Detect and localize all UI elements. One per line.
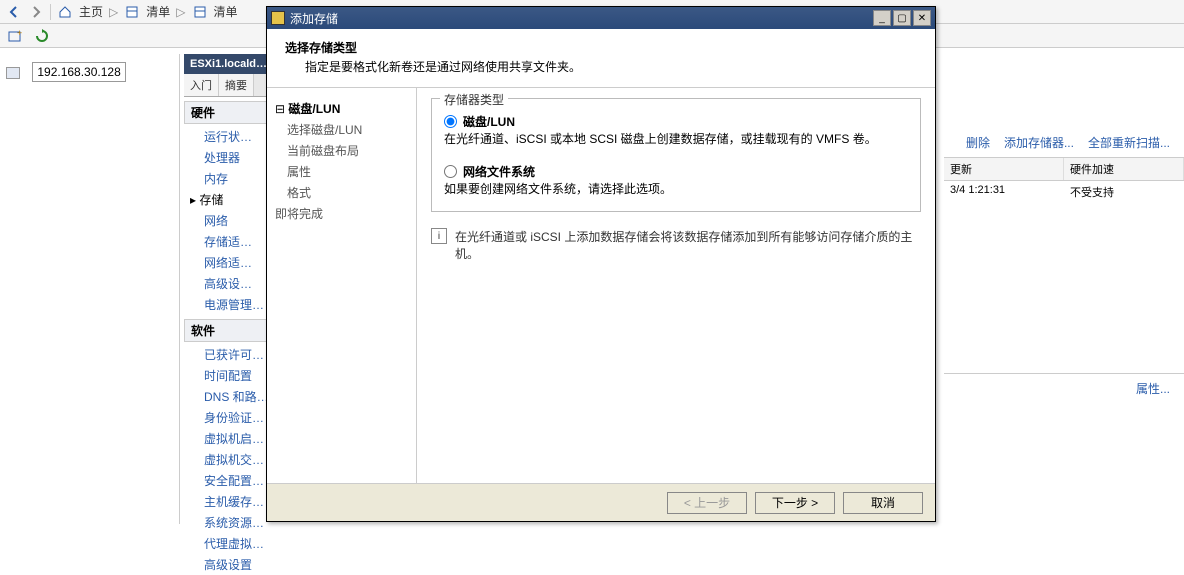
hw-item-power-mgmt[interactable]: 电源管理… [184, 294, 269, 315]
datastore-actions: 删除 添加存储器... 全部重新扫描... [944, 124, 1184, 157]
host-icon [6, 67, 20, 79]
option-nfs-row[interactable]: 网络文件系统 [444, 163, 908, 180]
dialog-app-icon [271, 11, 285, 25]
tab-getting-started[interactable]: 入门 [184, 74, 219, 96]
host-name-header: ESXi1.locald… [184, 54, 269, 74]
cell-hw-accel: 不受支持 [1064, 181, 1184, 203]
properties-link[interactable]: 属性... [944, 373, 1184, 403]
sw-item-dns[interactable]: DNS 和路… [184, 386, 269, 407]
col-hw-accel[interactable]: 硬件加速 [1064, 158, 1184, 180]
hw-item-advanced[interactable]: 高级设… [184, 273, 269, 294]
add-storage-dialog: 添加存储 _ ▢ ✕ 选择存储类型 指定是要格式化新卷还是通过网络使用共享文件夹… [266, 6, 936, 522]
hw-item-memory[interactable]: 内存 [184, 168, 269, 189]
radio-nfs-label: 网络文件系统 [463, 163, 535, 180]
dialog-title-text: 添加存储 [290, 10, 338, 27]
wizard-step-format[interactable]: 格式 [273, 182, 410, 203]
info-icon: i [431, 228, 447, 244]
maximize-button[interactable]: ▢ [893, 10, 911, 26]
option-disk-lun-row[interactable]: 磁盘/LUN [444, 113, 908, 130]
sw-item-licensed[interactable]: 已获许可… [184, 344, 269, 365]
sw-item-adv[interactable]: 高级设置 [184, 554, 269, 575]
wizard-nav: 磁盘/LUN 选择磁盘/LUN 当前磁盘布局 属性 格式 即将完成 [267, 88, 417, 483]
info-hint-text: 在光纤通道或 iSCSI 上添加数据存储会将该数据存储添加到所有能够访问存储介质… [455, 228, 921, 262]
breadcrumb-home[interactable]: 主页 [79, 3, 103, 20]
nav-back-button[interactable] [4, 3, 24, 21]
dialog-titlebar[interactable]: 添加存储 _ ▢ ✕ [267, 7, 935, 29]
chevron-right-icon: ▷ [109, 5, 118, 19]
dialog-subheading: 指定是要格式化新卷还是通过网络使用共享文件夹。 [305, 58, 917, 75]
chevron-right-icon: ▷ [176, 5, 185, 19]
hw-item-storage-adapters[interactable]: 存储适… [184, 231, 269, 252]
tree-host-item[interactable]: 192.168.30.128 [0, 54, 179, 90]
delete-link[interactable]: 删除 [966, 134, 990, 151]
sw-item-host-cache[interactable]: 主机缓存… [184, 491, 269, 512]
cell-last-update: 3/4 1:21:31 [944, 181, 1064, 203]
rescan-all-link[interactable]: 全部重新扫描... [1088, 134, 1170, 151]
radio-disk-lun-label: 磁盘/LUN [463, 113, 515, 130]
dialog-heading: 选择存储类型 [285, 39, 917, 56]
sw-item-vm-startup[interactable]: 虚拟机启… [184, 428, 269, 449]
radio-nfs[interactable] [444, 165, 457, 178]
col-last-update[interactable]: 更新 [944, 158, 1064, 180]
host-config-panel: ESXi1.locald… 入门 摘要 硬件 运行状… 处理器 内存 存储 网络… [184, 54, 269, 524]
inventory-icon-2[interactable] [190, 3, 210, 21]
datastore-panel: 删除 添加存储器... 全部重新扫描... 更新 硬件加速 3/4 1:21:3… [944, 54, 1184, 524]
refresh-icon[interactable] [32, 27, 52, 45]
radio-disk-lun[interactable] [444, 115, 457, 128]
sw-item-time[interactable]: 时间配置 [184, 365, 269, 386]
sw-item-sys-res[interactable]: 系统资源… [184, 512, 269, 533]
wizard-step-ready[interactable]: 即将完成 [273, 203, 410, 224]
back-button[interactable]: < 上一步 [667, 492, 747, 514]
datastore-table-header: 更新 硬件加速 [944, 157, 1184, 181]
breadcrumb-inventory-2[interactable]: 清单 [214, 3, 238, 20]
dialog-header: 选择存储类型 指定是要格式化新卷还是通过网络使用共享文件夹。 [267, 29, 935, 88]
hw-item-network-adapters[interactable]: 网络适… [184, 252, 269, 273]
tab-summary[interactable]: 摘要 [219, 74, 254, 96]
radio-nfs-desc: 如果要创建网络文件系统，请选择此选项。 [444, 180, 908, 197]
dialog-footer: < 上一步 下一步 > 取消 [267, 483, 935, 521]
home-icon[interactable] [55, 3, 75, 21]
wizard-step-properties[interactable]: 属性 [273, 161, 410, 182]
info-hint: i 在光纤通道或 iSCSI 上添加数据存储会将该数据存储添加到所有能够访问存储… [431, 228, 921, 262]
host-ip-label: 192.168.30.128 [32, 62, 125, 82]
storage-type-group-title: 存储器类型 [440, 91, 508, 108]
svg-text:+: + [17, 29, 22, 38]
radio-disk-lun-desc: 在光纤通道、iSCSI 或本地 SCSI 磁盘上创建数据存储，或挂载现有的 VM… [444, 130, 908, 147]
wizard-step-disk-lun[interactable]: 磁盘/LUN [273, 98, 410, 119]
wizard-content: 存储器类型 磁盘/LUN 在光纤通道、iSCSI 或本地 SCSI 磁盘上创建数… [417, 88, 935, 483]
inventory-icon-1[interactable] [122, 3, 142, 21]
hw-item-health[interactable]: 运行状… [184, 126, 269, 147]
minimize-button[interactable]: _ [873, 10, 891, 26]
sw-item-agent-vm[interactable]: 代理虚拟… [184, 533, 269, 554]
table-row[interactable]: 3/4 1:21:31 不受支持 [944, 181, 1184, 203]
host-tabs: 入门 摘要 [184, 74, 269, 97]
breadcrumb-inventory-1[interactable]: 清单 [146, 3, 170, 20]
sw-item-auth[interactable]: 身份验证… [184, 407, 269, 428]
sw-item-vm-swap[interactable]: 虚拟机交… [184, 449, 269, 470]
nav-forward-button[interactable] [26, 3, 46, 21]
storage-type-group: 存储器类型 磁盘/LUN 在光纤通道、iSCSI 或本地 SCSI 磁盘上创建数… [431, 98, 921, 212]
next-button[interactable]: 下一步 > [755, 492, 835, 514]
hw-item-network[interactable]: 网络 [184, 210, 269, 231]
wizard-step-layout[interactable]: 当前磁盘布局 [273, 140, 410, 161]
cancel-button[interactable]: 取消 [843, 492, 923, 514]
sw-item-security[interactable]: 安全配置… [184, 470, 269, 491]
close-button[interactable]: ✕ [913, 10, 931, 26]
wizard-step-select-disk[interactable]: 选择磁盘/LUN [273, 119, 410, 140]
new-vm-icon[interactable]: + [6, 27, 26, 45]
hw-item-storage[interactable]: 存储 [184, 189, 269, 210]
hardware-section-header: 硬件 [184, 101, 269, 124]
add-storage-link[interactable]: 添加存储器... [1004, 134, 1074, 151]
software-section-header: 软件 [184, 319, 269, 342]
hw-item-processors[interactable]: 处理器 [184, 147, 269, 168]
inventory-tree-panel: 192.168.30.128 [0, 54, 180, 524]
